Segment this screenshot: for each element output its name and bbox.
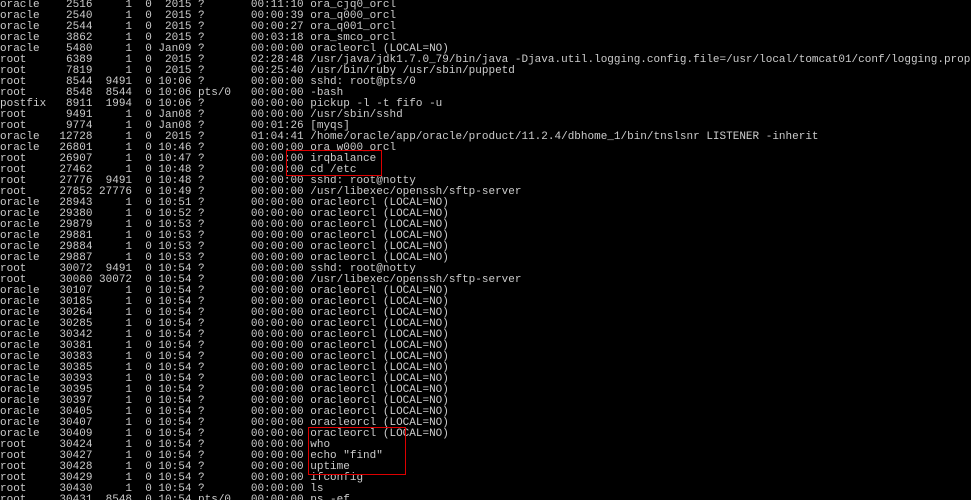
terminal-output[interactable]: oracle 2516 1 0 2015 ? 00:11:10 ora_cjq0… bbox=[0, 0, 971, 500]
process-row: root 30431 8548 0 10:54 pts/0 00:00:00 p… bbox=[0, 495, 971, 500]
